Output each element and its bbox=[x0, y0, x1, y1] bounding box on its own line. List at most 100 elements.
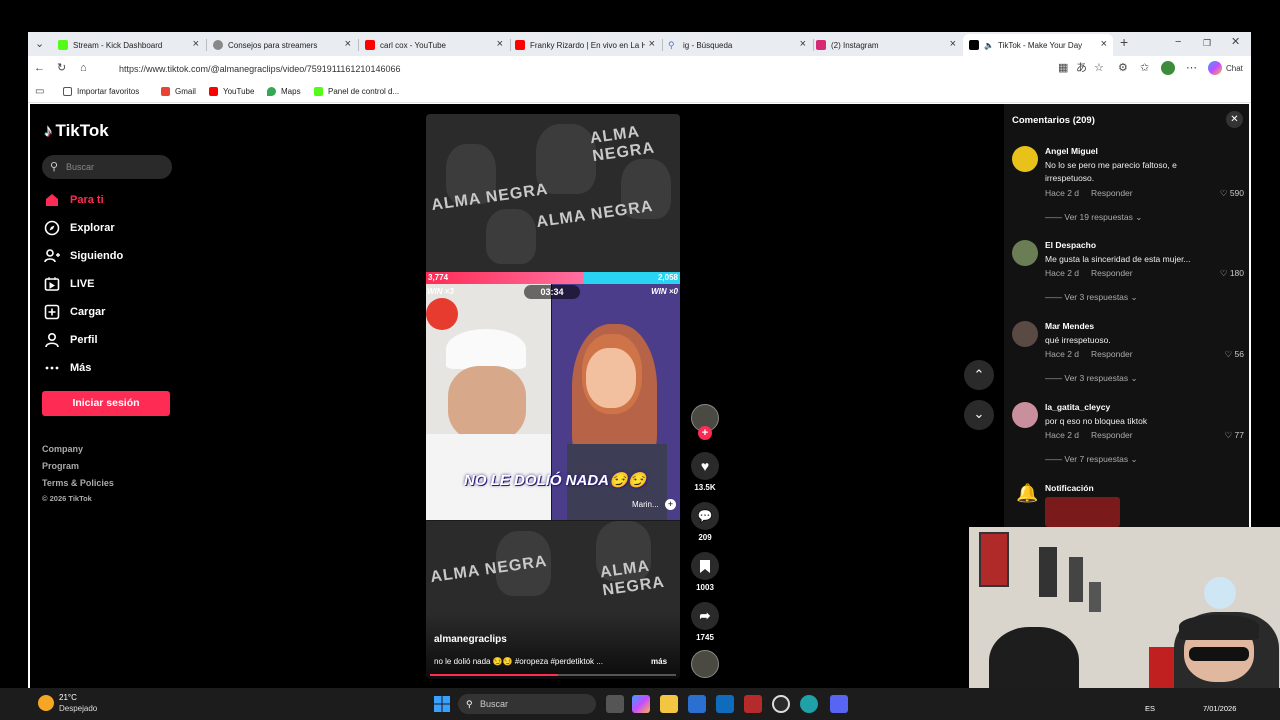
avatar[interactable] bbox=[1012, 146, 1038, 172]
nav-mas[interactable]: Más bbox=[44, 360, 91, 376]
bookmark-gmail[interactable]: Gmail bbox=[161, 87, 196, 96]
next-video-button[interactable]: ⌄ bbox=[964, 400, 994, 430]
menu-dots-icon[interactable]: ⋯ bbox=[1186, 62, 1197, 74]
video-player[interactable]: ALMA NEGRA ALMA NEGRA ALMA NEGRA 3,774 2… bbox=[426, 114, 680, 679]
back-icon[interactable]: ← bbox=[34, 62, 45, 74]
nav-live[interactable]: LIVE bbox=[44, 276, 94, 292]
reply-link[interactable]: Responder bbox=[1091, 268, 1133, 278]
copilot-icon[interactable] bbox=[1208, 61, 1222, 75]
bookmark-import[interactable]: Importar favoritos bbox=[63, 87, 139, 96]
login-button[interactable]: Iniciar sesión bbox=[42, 391, 170, 416]
comment-user[interactable]: Mar Mendes bbox=[1045, 321, 1094, 331]
sound-avatar[interactable] bbox=[690, 650, 720, 681]
task-view-icon[interactable] bbox=[606, 695, 624, 713]
comment-likes[interactable]: ♡ 77 bbox=[1225, 430, 1244, 441]
creator-avatar[interactable]: + bbox=[690, 404, 720, 440]
new-tab-icon[interactable]: + bbox=[1120, 35, 1128, 49]
search-input[interactable]: ⚲ Buscar bbox=[42, 155, 172, 179]
home-icon[interactable]: ⌂ bbox=[80, 62, 87, 74]
restore-icon[interactable]: ❐ bbox=[1203, 37, 1211, 49]
close-icon[interactable]: × bbox=[649, 39, 655, 50]
add-icon[interactable]: + bbox=[665, 499, 676, 510]
nav-siguiendo[interactable]: Siguiendo bbox=[44, 248, 123, 264]
store-icon[interactable] bbox=[688, 695, 706, 713]
reply-link[interactable]: Responder bbox=[1091, 349, 1133, 359]
close-icon[interactable]: × bbox=[950, 39, 956, 50]
video-author[interactable]: almanegraclips bbox=[434, 634, 507, 645]
close-window-icon[interactable]: ✕ bbox=[1231, 36, 1240, 48]
obs-icon[interactable] bbox=[772, 695, 790, 713]
comment-likes[interactable]: ♡ 590 bbox=[1220, 188, 1244, 199]
comment-user[interactable]: la_gatita_cleycy bbox=[1045, 402, 1110, 412]
close-icon[interactable]: × bbox=[193, 39, 199, 50]
copilot-icon[interactable] bbox=[632, 695, 650, 713]
tab-list-chevron-icon[interactable]: ⌄ bbox=[35, 38, 44, 50]
tab-instagram[interactable]: (2) Instagram × bbox=[810, 34, 962, 56]
favorite-star-icon[interactable]: ☆ bbox=[1094, 62, 1104, 74]
reply-link[interactable]: Responder bbox=[1091, 188, 1133, 198]
tiktok-logo[interactable]: ♪ TikTok bbox=[44, 121, 109, 141]
footer-program[interactable]: Program bbox=[42, 461, 79, 471]
footer-terms[interactable]: Terms & Policies bbox=[42, 478, 114, 488]
nav-para-ti[interactable]: Para ti bbox=[44, 192, 104, 208]
close-icon[interactable]: × bbox=[345, 39, 351, 50]
favorites-icon[interactable]: ✩ bbox=[1140, 62, 1149, 74]
share-button[interactable]: ➦ 1745 bbox=[690, 602, 720, 642]
nav-cargar[interactable]: Cargar bbox=[44, 304, 105, 320]
comment-likes[interactable]: ♡ 180 bbox=[1220, 268, 1244, 279]
video-progress[interactable] bbox=[430, 674, 676, 676]
speaker-icon[interactable]: 🔈 bbox=[984, 41, 994, 50]
chat-label[interactable]: Chat bbox=[1226, 63, 1243, 75]
save-button[interactable]: 1003 bbox=[690, 552, 720, 592]
view-replies-link[interactable]: —— Ver 3 respuestas ⌄ bbox=[1045, 373, 1138, 384]
language-indicator[interactable]: ES bbox=[1145, 704, 1155, 713]
translate-icon[interactable]: あ bbox=[1076, 62, 1087, 74]
bookmark-youtube[interactable]: YouTube bbox=[209, 87, 254, 96]
grid-icon[interactable]: ▦ bbox=[1058, 62, 1068, 74]
notification-thumbnail[interactable] bbox=[1045, 497, 1120, 527]
comment-user[interactable]: Angel Miguel bbox=[1045, 146, 1098, 156]
reply-link[interactable]: Responder bbox=[1091, 430, 1133, 440]
outlook-icon[interactable] bbox=[716, 695, 734, 713]
tab-franky-rizardo[interactable]: Franky Rizardo | En vivo en La Hua × bbox=[509, 34, 661, 56]
profile-avatar-icon[interactable] bbox=[1161, 61, 1175, 75]
nav-perfil[interactable]: Perfil bbox=[44, 332, 98, 348]
extensions-icon[interactable]: ⚙ bbox=[1118, 62, 1128, 74]
close-icon[interactable]: × bbox=[497, 39, 503, 50]
tab-busqueda[interactable]: ⚲ ig - Búsqueda × bbox=[662, 34, 812, 56]
address-bar[interactable]: https://www.tiktok.com/@almanegraclips/v… bbox=[108, 60, 1123, 79]
weather-widget[interactable]: 21°C Despejado bbox=[38, 693, 118, 715]
like-button[interactable]: ♥ 13.5K bbox=[690, 452, 720, 492]
view-replies-link[interactable]: —— Ver 7 respuestas ⌄ bbox=[1045, 454, 1138, 465]
edge-icon[interactable] bbox=[800, 695, 818, 713]
caption-more-link[interactable]: más bbox=[651, 657, 667, 666]
start-button[interactable] bbox=[434, 696, 450, 712]
comment-user[interactable]: El Despacho bbox=[1045, 240, 1096, 250]
discord-icon[interactable] bbox=[830, 695, 848, 713]
avatar[interactable] bbox=[1012, 240, 1038, 266]
tab-carl-cox[interactable]: carl cox - YouTube × bbox=[359, 34, 509, 56]
nav-explorar[interactable]: Explorar bbox=[44, 220, 115, 236]
avatar[interactable] bbox=[1012, 321, 1038, 347]
view-replies-link[interactable]: —— Ver 3 respuestas ⌄ bbox=[1045, 292, 1138, 303]
avatar[interactable] bbox=[1012, 402, 1038, 428]
sidebar-toggle-icon[interactable]: ▭ bbox=[35, 86, 44, 98]
app-red-icon[interactable] bbox=[744, 695, 762, 713]
previous-video-button[interactable]: ⌃ bbox=[964, 360, 994, 390]
comment-likes[interactable]: ♡ 56 bbox=[1225, 349, 1244, 360]
tab-kick[interactable]: Stream - Kick Dashboard × bbox=[52, 34, 205, 56]
footer-company[interactable]: Company bbox=[42, 444, 83, 454]
bookmark-kick-panel[interactable]: Panel de control d... bbox=[314, 87, 399, 96]
clock-date[interactable]: 7/01/2026 bbox=[1203, 704, 1236, 713]
tab-consejos[interactable]: Consejos para streamers × bbox=[207, 34, 357, 56]
tab-tiktok[interactable]: 🔈 TikTok - Make Your Day × bbox=[963, 34, 1113, 56]
minimize-icon[interactable]: − bbox=[1175, 36, 1181, 48]
view-replies-link[interactable]: —— Ver 19 respuestas ⌄ bbox=[1045, 212, 1142, 223]
close-icon[interactable]: × bbox=[800, 39, 806, 50]
reload-icon[interactable]: ↻ bbox=[57, 62, 66, 74]
bookmark-maps[interactable]: Maps bbox=[267, 87, 301, 96]
comment-button[interactable]: 💬 209 bbox=[690, 502, 720, 542]
close-comments-button[interactable]: ✕ bbox=[1226, 111, 1243, 128]
follow-plus-icon[interactable]: + bbox=[698, 426, 712, 440]
close-icon[interactable]: × bbox=[1101, 39, 1107, 50]
